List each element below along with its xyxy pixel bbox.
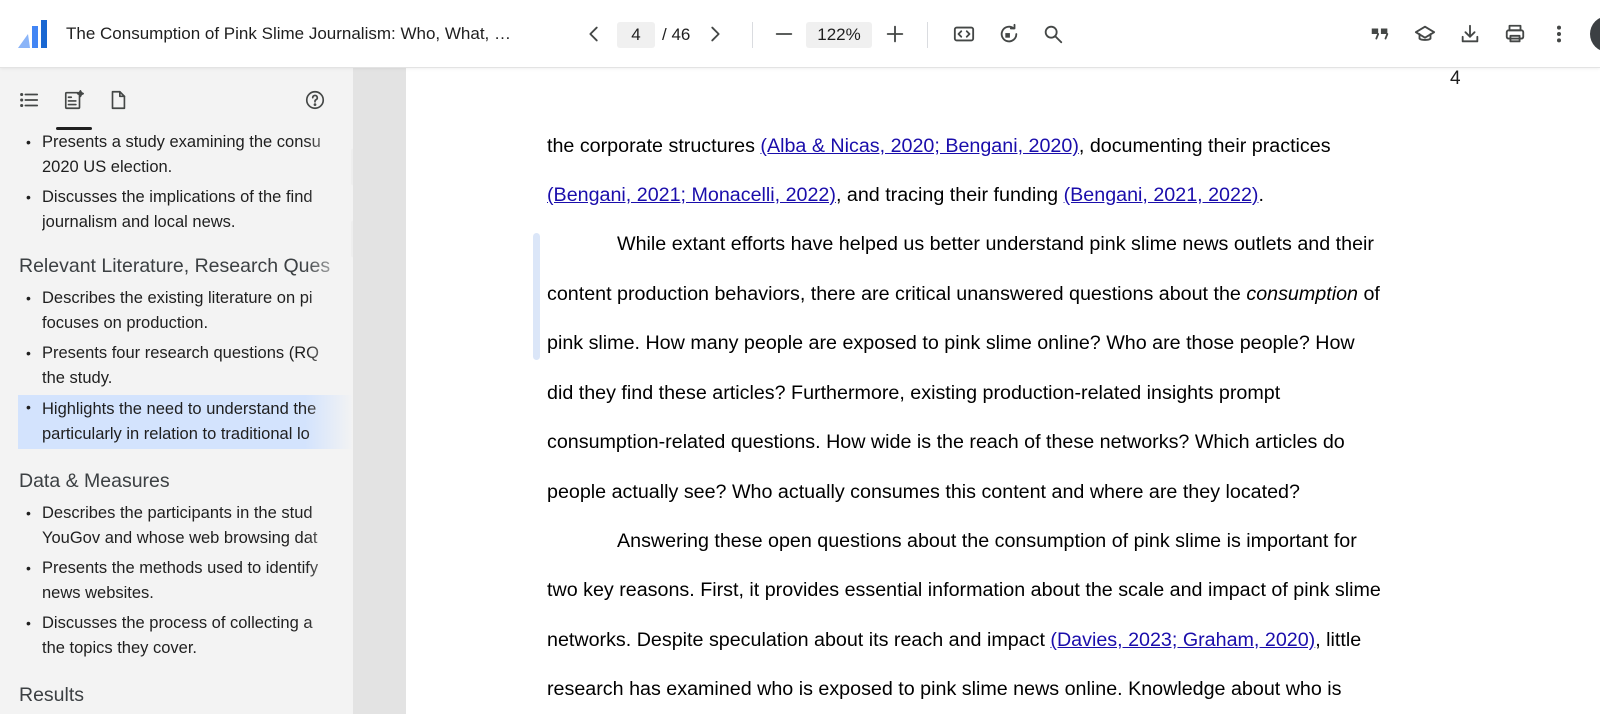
text-line: research has examined who is exposed to … — [547, 678, 1342, 700]
chevron-right-icon — [711, 26, 720, 42]
more-options-button[interactable] — [1545, 20, 1573, 48]
text-line: (Bengani, 2021; Monacelli, 2022), and tr… — [547, 184, 1264, 206]
section-heading[interactable]: Relevant Literature, Research Ques — [19, 255, 330, 278]
list-item[interactable]: Presents a study examining the consu 202… — [18, 130, 353, 180]
print-icon — [1505, 24, 1525, 43]
text-line: networks. Despite speculation about its … — [547, 629, 1362, 651]
toolbar-divider — [927, 22, 928, 48]
pdf-viewer[interactable]: 4 the corporate structures (Alba & Nicas… — [353, 68, 1600, 714]
print-button[interactable] — [1501, 20, 1529, 48]
list-item[interactable]: Describes the existing literature on pi … — [18, 286, 353, 336]
citation-link[interactable]: (Bengani, 2021, 2022) — [1064, 184, 1259, 206]
download-button[interactable] — [1456, 20, 1484, 48]
citation-button[interactable] — [1366, 20, 1394, 48]
previous-page-button[interactable] — [580, 20, 608, 48]
chevron-left-icon — [589, 26, 598, 42]
citation-link[interactable]: (Alba & Nicas, 2020; Bengani, 2020) — [760, 135, 1078, 157]
more-icon — [1556, 25, 1562, 43]
fit-to-page-button[interactable] — [950, 20, 978, 48]
paragraph-highlight-marker — [533, 233, 540, 360]
citation-link[interactable]: (Davies, 2023; Graham, 2020) — [1050, 629, 1315, 651]
page-number: 4 — [1450, 68, 1461, 89]
avatar[interactable] — [1590, 16, 1600, 52]
text-line: content production behaviors, there are … — [547, 283, 1380, 305]
text-line: the corporate structures (Alba & Nicas, … — [547, 135, 1331, 157]
text-line: people actually see? Who actually consum… — [547, 481, 1300, 503]
summary-icon — [64, 90, 84, 110]
outline-icon — [20, 92, 39, 108]
zoom-out-button[interactable] — [770, 20, 798, 48]
summary-list: Presents a study examining the consu 202… — [0, 130, 353, 714]
text-line: did they find these articles? Furthermor… — [547, 382, 1281, 404]
plus-icon — [886, 25, 904, 43]
zoom-in-button[interactable] — [881, 20, 909, 48]
scholar-button[interactable] — [1411, 20, 1439, 48]
toolbar-divider — [752, 22, 753, 48]
minus-icon — [775, 33, 793, 35]
text-line: While extant efforts have helped us bett… — [617, 233, 1374, 255]
section-heading[interactable]: Data & Measures — [19, 470, 170, 493]
toolbar: The Consumption of Pink Slime Journalism… — [0, 0, 1600, 68]
list-item[interactable]: Describes the participants in the stud Y… — [18, 501, 353, 551]
quote-icon — [1371, 28, 1389, 40]
section-heading[interactable]: Results — [19, 684, 84, 707]
page-icon — [111, 90, 126, 110]
list-item[interactable]: Discusses the process of collecting a th… — [18, 611, 353, 661]
app-logo-icon — [18, 20, 47, 48]
list-item[interactable]: Presents the methods used to identify ne… — [18, 556, 353, 606]
help-button[interactable] — [301, 86, 329, 114]
list-item[interactable]: Discusses the implications of the find j… — [18, 185, 353, 235]
tab-pages[interactable] — [104, 86, 132, 114]
rotate-icon — [1000, 23, 1018, 43]
rotate-button[interactable] — [995, 20, 1023, 48]
cap-icon — [1414, 25, 1436, 41]
page-number-input[interactable] — [617, 22, 655, 48]
search-icon — [1044, 25, 1063, 44]
sidebar: Presents a study examining the consu 202… — [0, 68, 353, 714]
tab-summary[interactable] — [60, 86, 88, 114]
text-line: Answering these open questions about the… — [617, 530, 1357, 552]
text-line: consumption-related questions. How wide … — [547, 431, 1345, 453]
tab-outline[interactable] — [15, 86, 43, 114]
document-title: The Consumption of Pink Slime Journalism… — [66, 24, 511, 43]
next-page-button[interactable] — [701, 20, 729, 48]
fit-page-icon — [953, 26, 975, 42]
search-button[interactable] — [1039, 20, 1067, 48]
pdf-page: 4 the corporate structures (Alba & Nicas… — [406, 68, 1600, 714]
download-icon — [1461, 24, 1479, 43]
zoom-level[interactable]: 122% — [806, 22, 872, 48]
citation-link[interactable]: (Bengani, 2021; Monacelli, 2022) — [547, 184, 836, 206]
text-line: pink slime. How many people are exposed … — [547, 332, 1355, 354]
list-item-active[interactable]: Highlights the need to understand the pa… — [18, 395, 353, 449]
list-item[interactable]: Presents four research questions (RQ the… — [18, 341, 353, 391]
help-icon — [305, 90, 325, 110]
page-total: / 46 — [662, 25, 691, 44]
text-line: two key reasons. First, it provides esse… — [547, 579, 1381, 601]
sidebar-tabs — [0, 68, 353, 130]
